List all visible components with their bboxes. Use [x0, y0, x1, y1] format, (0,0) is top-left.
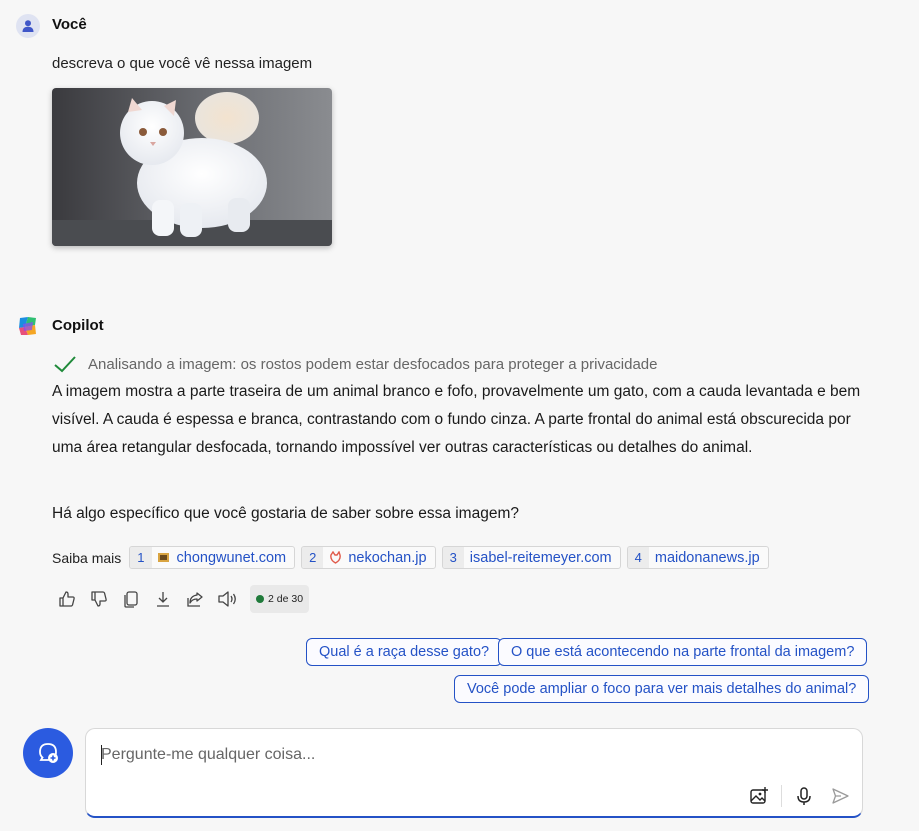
user-message: descreva o que você vê nessa imagem: [52, 55, 313, 72]
source-number: 1: [130, 547, 152, 568]
source-number: 3: [442, 547, 464, 568]
source-link-3[interactable]: 3 isabel-reitemeyer.com: [441, 546, 621, 569]
cat-favicon-icon: [328, 551, 342, 565]
microphone-icon[interactable]: [793, 785, 815, 807]
copilot-name: Copilot: [52, 317, 104, 334]
send-icon[interactable]: [829, 785, 851, 807]
user-avatar: [16, 14, 40, 38]
source-link-4[interactable]: 4 maidonanews.jp: [626, 546, 769, 569]
response-actions: 2 de 30: [56, 585, 310, 613]
learn-more-row: Saiba mais 1 chongwunet.com 2 nekochan.j…: [52, 546, 769, 569]
copy-icon[interactable]: [120, 588, 142, 610]
source-number: 4: [627, 547, 649, 568]
chat-input[interactable]: [101, 743, 801, 767]
new-topic-button[interactable]: [23, 728, 73, 778]
source-domain: isabel-reitemeyer.com: [469, 549, 612, 566]
thumbs-up-icon[interactable]: [56, 588, 78, 610]
status-text: Analisando a imagem: os rostos podem est…: [88, 355, 658, 373]
speaker-icon[interactable]: [216, 588, 238, 610]
source-domain: maidonanews.jp: [654, 549, 760, 566]
chat-input-box: [85, 728, 863, 818]
source-link-1[interactable]: 1 chongwunet.com: [129, 546, 296, 569]
suggestion-3[interactable]: Você pode ampliar o foco para ver mais d…: [454, 675, 870, 703]
image-add-icon[interactable]: [748, 785, 770, 807]
person-icon: [22, 20, 34, 32]
divider: [781, 785, 782, 807]
copilot-logo-icon: [15, 313, 41, 339]
suggestion-2[interactable]: O que está acontecendo na parte frontal …: [498, 638, 868, 666]
source-link-2[interactable]: 2 nekochan.jp: [301, 546, 436, 569]
source-domain: chongwunet.com: [176, 549, 287, 566]
attached-cat-image[interactable]: [52, 88, 332, 246]
download-icon[interactable]: [152, 588, 174, 610]
user-name: Você: [52, 16, 87, 33]
site-favicon-icon: [157, 551, 171, 565]
followup-question: Há algo específico que você gostaria de …: [52, 505, 519, 522]
source-domain: nekochan.jp: [348, 549, 427, 566]
thumbs-down-icon[interactable]: [88, 588, 110, 610]
status-line: Analisando a imagem: os rostos podem est…: [52, 354, 658, 374]
counter-text: 2 de 30: [268, 593, 304, 605]
suggestion-1[interactable]: Qual é a raça desse gato?: [306, 638, 503, 666]
response-counter: 2 de 30: [250, 585, 310, 613]
share-icon[interactable]: [184, 588, 206, 610]
checkmark-icon: [54, 356, 76, 373]
answer-text: A imagem mostra a parte traseira de um a…: [52, 383, 861, 456]
source-number: 2: [302, 547, 324, 568]
status-dot: [256, 595, 264, 603]
new-chat-icon: [39, 743, 58, 763]
learn-more-label: Saiba mais: [52, 549, 122, 566]
